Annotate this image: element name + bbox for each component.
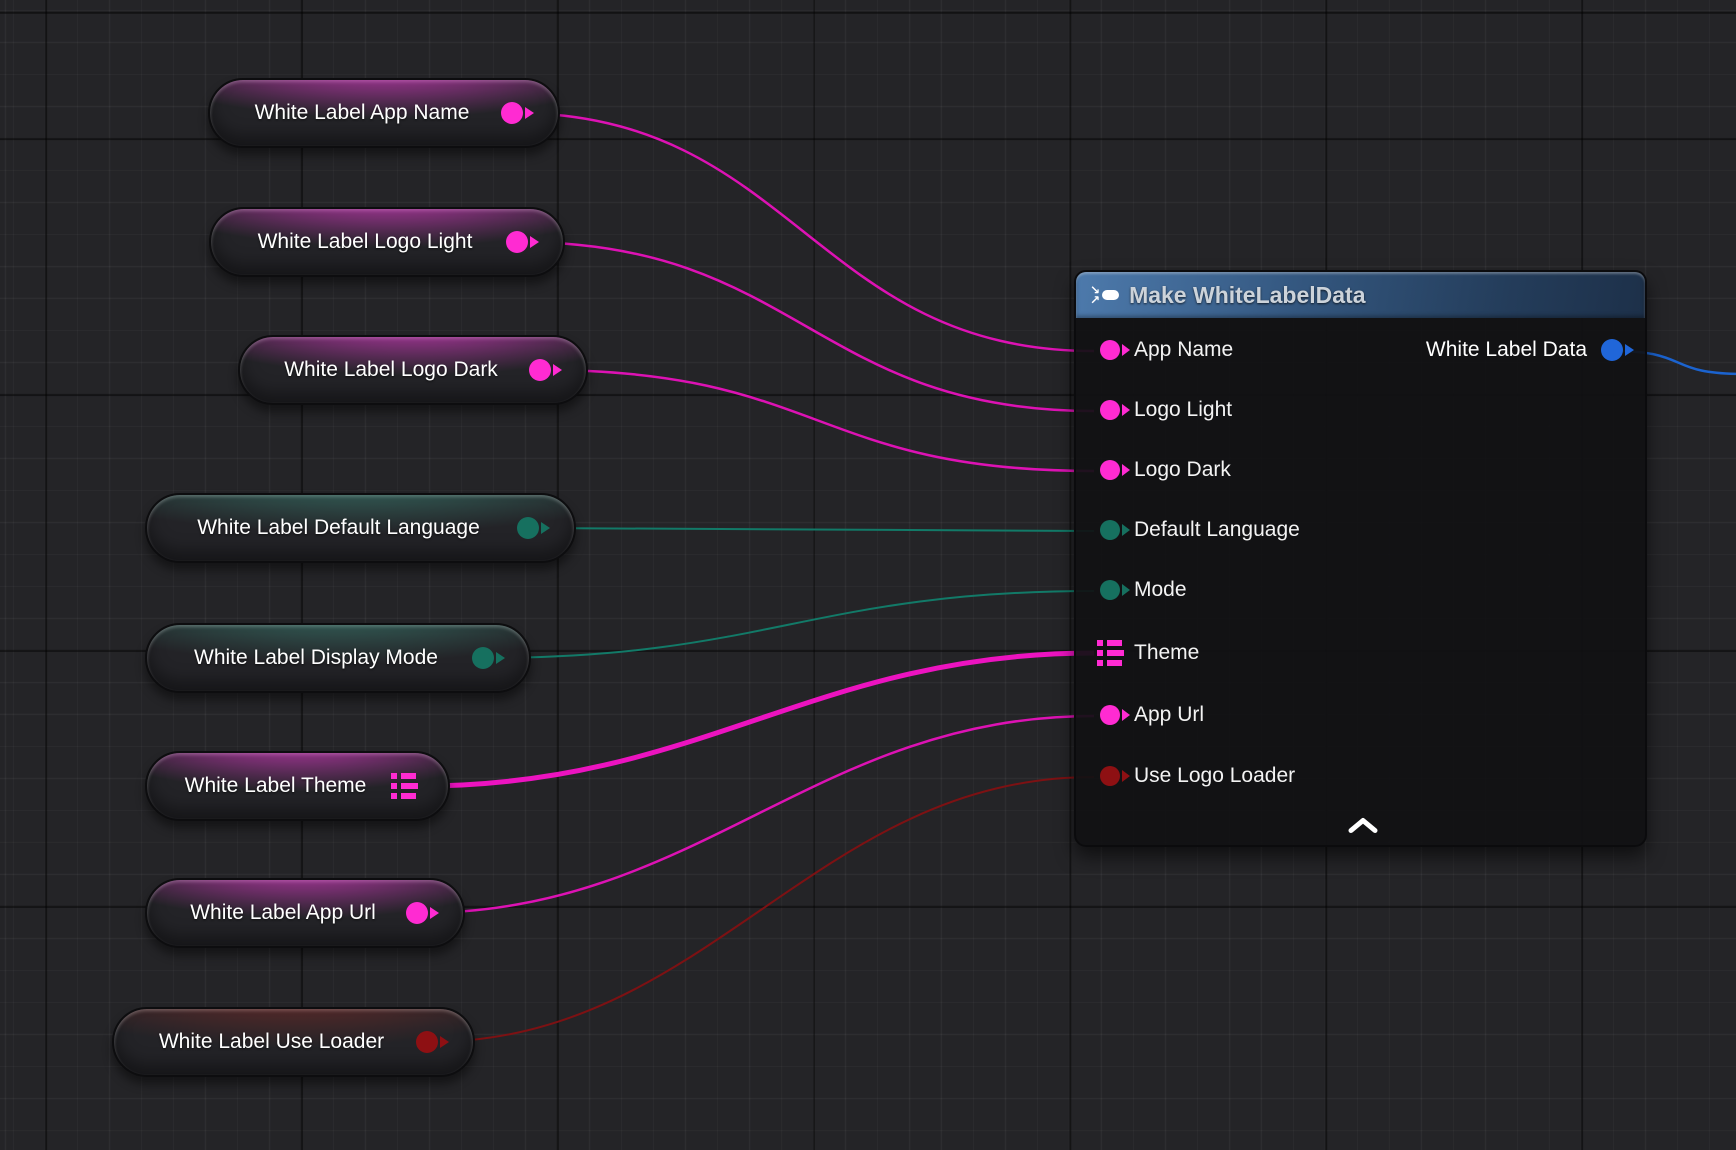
node-header[interactable]: ↘↗ Make WhiteLabelData <box>1076 272 1645 318</box>
variable-node-label: White Label Use Loader <box>159 1030 384 1054</box>
input-pin-label: Default Language <box>1134 518 1300 542</box>
node-make-whitelabeldata[interactable]: ↘↗ Make WhiteLabelData App Name Logo Ligh… <box>1074 270 1647 847</box>
input-row-mode: Mode <box>1100 578 1187 602</box>
output-pin[interactable] <box>416 1031 438 1053</box>
output-pin[interactable] <box>501 102 523 124</box>
output-pin-label: White Label Data <box>1426 338 1587 362</box>
variable-node-white-label-theme[interactable]: White Label Theme <box>145 751 450 821</box>
chevron-up-icon <box>1348 818 1378 834</box>
input-row-app-url: App Url <box>1100 703 1204 727</box>
output-pin[interactable] <box>406 902 428 924</box>
input-pin-mode[interactable] <box>1100 580 1120 600</box>
input-pin-app-url[interactable] <box>1100 705 1120 725</box>
variable-node-white-label-app-name[interactable]: White Label App Name <box>208 78 560 148</box>
wire-white-label-app-url[interactable] <box>419 716 1094 913</box>
wire-white-label-default-language[interactable] <box>530 528 1094 531</box>
variable-node-white-label-app-url[interactable]: White Label App Url <box>145 878 465 948</box>
collapse-node-button[interactable] <box>1338 814 1388 841</box>
output-pin[interactable] <box>517 517 539 539</box>
wire-white-label-logo-dark[interactable] <box>542 370 1094 471</box>
wire-white-label-use-loader[interactable] <box>429 777 1094 1042</box>
input-pin-logo-light[interactable] <box>1100 400 1120 420</box>
output-pin[interactable] <box>506 231 528 253</box>
input-row-theme: Theme <box>1100 640 1199 666</box>
variable-node-white-label-use-loader[interactable]: White Label Use Loader <box>112 1007 475 1077</box>
output-row: White Label Data <box>1426 338 1623 362</box>
input-pin-logo-dark[interactable] <box>1100 460 1120 480</box>
blueprint-graph-canvas[interactable]: White Label App Name White Label Logo Lig… <box>0 0 1736 1150</box>
variable-node-label: White Label App Name <box>255 101 470 125</box>
make-struct-icon: ↘↗ <box>1090 285 1119 305</box>
variable-node-label: White Label Logo Light <box>258 230 473 254</box>
variable-node-white-label-logo-light[interactable]: White Label Logo Light <box>209 207 565 277</box>
output-pin[interactable] <box>529 359 551 381</box>
variable-node-label: White Label Default Language <box>197 516 480 540</box>
node-title: Make WhiteLabelData <box>1129 282 1365 309</box>
wire-white-label-app-name[interactable] <box>514 113 1094 351</box>
input-pin-label: Use Logo Loader <box>1134 764 1295 788</box>
input-row-use-logo-loader: Use Logo Loader <box>1100 764 1295 788</box>
input-row-app-name: App Name <box>1100 338 1233 362</box>
input-pin-label: Logo Light <box>1134 398 1232 422</box>
variable-node-label: White Label Theme <box>185 774 367 798</box>
input-pin-label: Mode <box>1134 578 1187 602</box>
input-row-logo-light: Logo Light <box>1100 398 1232 422</box>
input-pin-label: App Url <box>1134 703 1204 727</box>
output-pin[interactable] <box>472 647 494 669</box>
variable-node-white-label-logo-dark[interactable]: White Label Logo Dark <box>238 335 588 405</box>
variable-node-label: White Label Display Mode <box>194 646 438 670</box>
variable-node-label: White Label Logo Dark <box>284 358 498 382</box>
input-pin-label: App Name <box>1134 338 1233 362</box>
struct-pin-icon[interactable] <box>1097 640 1124 666</box>
wire-white-label-display-mode[interactable] <box>485 591 1094 658</box>
output-pin-white-label-data[interactable] <box>1601 339 1623 361</box>
input-row-logo-dark: Logo Dark <box>1100 458 1231 482</box>
variable-node-white-label-default-language[interactable]: White Label Default Language <box>145 493 576 563</box>
variable-node-label: White Label App Url <box>190 901 376 925</box>
input-pin-default-language[interactable] <box>1100 520 1120 540</box>
wire-white-label-logo-light[interactable] <box>519 242 1094 411</box>
input-pin-use-logo-loader[interactable] <box>1100 766 1120 786</box>
variable-node-white-label-display-mode[interactable]: White Label Display Mode <box>145 623 531 693</box>
input-pin-app-name[interactable] <box>1100 340 1120 360</box>
struct-pin-icon[interactable] <box>391 773 418 799</box>
input-pin-label: Theme <box>1134 641 1199 665</box>
input-row-default-language: Default Language <box>1100 518 1300 542</box>
input-pin-label: Logo Dark <box>1134 458 1231 482</box>
